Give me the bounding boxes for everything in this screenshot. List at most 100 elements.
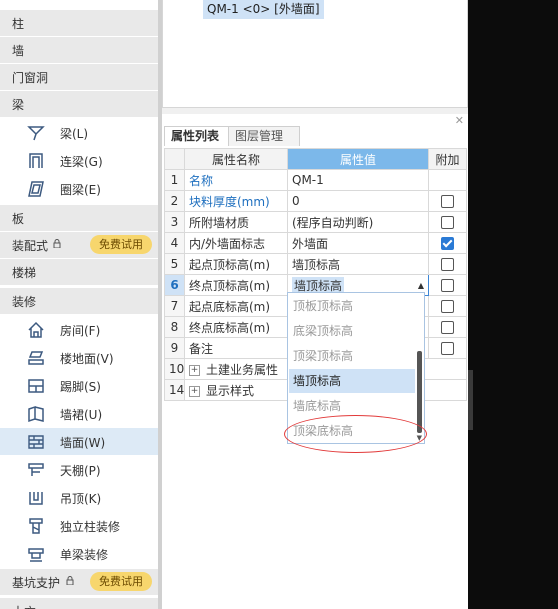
dado-icon (28, 405, 44, 423)
category-decoration[interactable]: 装修 (0, 288, 158, 314)
beam-icon (27, 126, 45, 141)
wall-surface-icon (28, 435, 44, 449)
drawing-canvas[interactable] (468, 0, 558, 609)
sidebar-item-label: 单梁装修 (60, 548, 109, 562)
sidebar-item-skirting[interactable]: 踢脚(S) (0, 372, 158, 399)
category-foundation-pit[interactable]: 基坑支护 免费试用 (0, 569, 158, 595)
sidebar-item-beam-deco[interactable]: 单梁装修 (0, 540, 158, 567)
dropdown-arrow-icon[interactable]: ▲ (418, 281, 424, 290)
beam-deco-icon (28, 548, 44, 562)
dropdown-option[interactable]: 顶梁顶标高 (289, 344, 415, 368)
editor-text[interactable]: 墙顶标高 (292, 276, 345, 294)
component-list-panel: QM-1 <0> [外墙面] (162, 0, 468, 108)
tab-layer-management[interactable]: 图层管理 (228, 126, 300, 146)
row-number: 2 (164, 190, 185, 212)
property-value[interactable]: QM-1 (287, 169, 429, 191)
table-row[interactable]: 1 名称 QM-1 (164, 169, 467, 191)
table-row[interactable]: 2 块料厚度(mm) 0 (164, 190, 467, 212)
grid-header: 属性名称 属性值 附加 (164, 148, 467, 170)
sidebar-item-suspended-ceiling[interactable]: 吊顶(K) (0, 484, 158, 511)
table-row[interactable]: 4 内/外墙面标志 外墙面 (164, 232, 467, 254)
property-value[interactable]: 墙顶标高 (287, 253, 429, 275)
property-value[interactable]: (程序自动判断) (287, 211, 429, 233)
sidebar-item-floor[interactable]: 楼地面(V) (0, 344, 158, 371)
dropdown-option-selected[interactable]: 墙顶标高 (289, 369, 415, 393)
extra-cell (428, 169, 467, 191)
sidebar-item-ceiling[interactable]: 天棚(P) (0, 456, 158, 483)
sidebar-item-label: 连梁(G) (60, 155, 103, 169)
extra-checkbox[interactable] (441, 279, 454, 292)
extra-checkbox-checked[interactable] (441, 237, 454, 250)
property-name: 终点顶标高(m) (184, 274, 288, 296)
category-column[interactable]: 柱 (0, 10, 158, 36)
row-number: 7 (164, 295, 185, 317)
ceiling-icon (28, 463, 44, 476)
free-trial-badge[interactable]: 免费试用 (90, 572, 152, 591)
extra-cell (428, 253, 467, 275)
extra-checkbox[interactable] (441, 300, 454, 313)
sidebar-item-label: 天棚(P) (60, 464, 101, 478)
extra-cell (428, 337, 467, 359)
property-name: 终点底标高(m) (184, 316, 288, 338)
dropdown-option[interactable]: 底梁顶标高 (289, 319, 415, 343)
extra-checkbox[interactable] (441, 216, 454, 229)
category-label: 墙 (12, 44, 25, 58)
row-number: 5 (164, 253, 185, 275)
property-name: 所附墙材质 (184, 211, 288, 233)
row-number: 14 (164, 379, 185, 401)
group-name: 显示样式 (206, 383, 255, 398)
property-name: 内/外墙面标志 (184, 232, 288, 254)
table-row[interactable]: 3 所附墙材质 (程序自动判断) (164, 211, 467, 233)
sidebar-item-coupling-beam[interactable]: 连梁(G) (0, 147, 158, 174)
category-label: 基坑支护 (12, 576, 61, 590)
extra-cell (428, 274, 467, 296)
category-slab[interactable]: 板 (0, 205, 158, 231)
sidebar-item-ring-beam[interactable]: 圈梁(E) (0, 175, 158, 202)
category-prefab[interactable]: 装配式 免费试用 (0, 232, 158, 258)
category-earthwork[interactable]: 土方 (0, 598, 158, 609)
sidebar-item-column-deco[interactable]: 独立柱装修 (0, 512, 158, 539)
category-beam[interactable]: 梁 (0, 91, 158, 117)
table-row[interactable]: 5 起点顶标高(m) 墙顶标高 (164, 253, 467, 275)
sidebar-item-beam[interactable]: 梁(L) (0, 119, 158, 146)
row-number: 6 (164, 274, 185, 296)
sidebar-item-wall-surface[interactable]: 墙面(W) (0, 428, 158, 455)
free-trial-badge[interactable]: 免费试用 (90, 235, 152, 254)
extra-checkbox[interactable] (441, 342, 454, 355)
extra-cell (428, 232, 467, 254)
close-icon[interactable]: ✕ (455, 114, 464, 127)
category-label: 装配式 (12, 239, 49, 253)
property-name: 起点顶标高(m) (184, 253, 288, 275)
extra-checkbox[interactable] (441, 195, 454, 208)
category-label: 梁 (12, 98, 25, 112)
property-value[interactable]: 外墙面 (287, 232, 429, 254)
header-value[interactable]: 属性值 (287, 148, 429, 170)
dropdown-option[interactable]: 顶板顶标高 (289, 294, 415, 318)
property-value[interactable]: 0 (287, 190, 429, 212)
category-label: 门窗洞 (12, 71, 49, 85)
category-stairs[interactable]: 楼梯 (0, 259, 158, 285)
expand-icon[interactable]: + (189, 364, 200, 376)
sidebar-item-label: 独立柱装修 (60, 520, 121, 534)
category-wall[interactable]: 墙 (0, 37, 158, 63)
property-name: 块料厚度(mm) (184, 190, 288, 212)
dropdown-scrollbar[interactable] (417, 351, 422, 433)
header-extra[interactable]: 附加 (428, 148, 467, 170)
tab-property-list[interactable]: 属性列表 (164, 126, 230, 146)
sidebar-item-dado[interactable]: 墙裙(U) (0, 400, 158, 427)
suspended-ceiling-icon (29, 492, 43, 505)
sidebar-item-room[interactable]: 房间(F) (0, 316, 158, 343)
floor-icon (28, 351, 44, 365)
sidebar-item-label: 房间(F) (60, 324, 101, 338)
expand-icon[interactable]: + (189, 385, 200, 397)
extra-checkbox[interactable] (441, 321, 454, 334)
extra-checkbox[interactable] (441, 258, 454, 271)
selected-component[interactable]: QM-1 <0> [外墙面] (203, 0, 324, 19)
group-name: 土建业务属性 (206, 362, 279, 377)
property-name: 名称 (184, 169, 288, 191)
category-openings[interactable]: 门窗洞 (0, 64, 158, 90)
lock-icon (53, 239, 61, 248)
canvas-scrollbar[interactable] (468, 370, 473, 430)
header-name[interactable]: 属性名称 (184, 148, 288, 170)
row-number: 10 (164, 358, 185, 380)
